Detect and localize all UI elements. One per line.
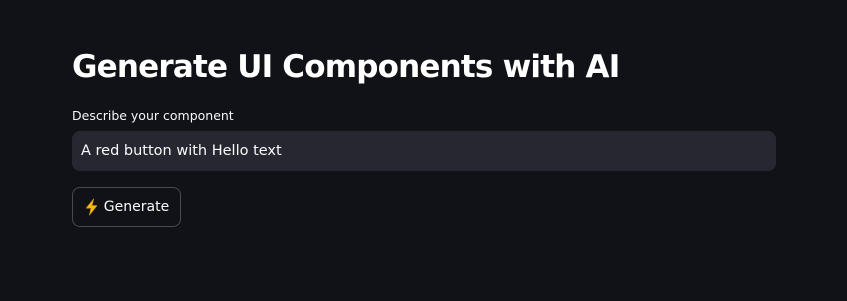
component-description-label: Describe your component <box>72 108 234 123</box>
page-title: Generate UI Components with AI <box>72 49 620 85</box>
generate-button-label: Generate <box>103 199 170 215</box>
app-page: Generate UI Components with AI Describe … <box>0 0 847 301</box>
generate-button[interactable]: Generate <box>72 187 181 227</box>
component-description-field <box>72 131 776 171</box>
lightning-icon <box>84 198 99 216</box>
component-description-input[interactable] <box>72 131 776 171</box>
